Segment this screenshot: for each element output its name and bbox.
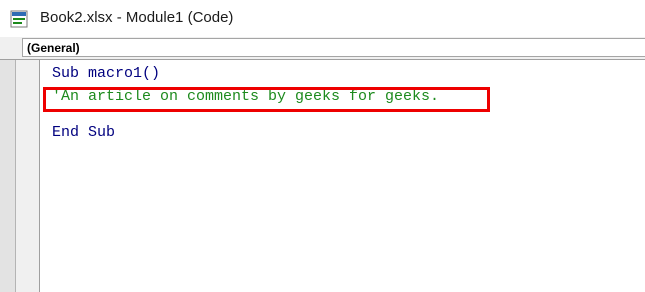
view-toggle-strip[interactable] <box>0 60 16 292</box>
object-dropdown-value: (General) <box>27 41 80 55</box>
code-line-sub[interactable]: Sub macro1() <box>52 64 160 84</box>
window-title: Book2.xlsx - Module1 (Code) <box>40 9 234 26</box>
code-editor[interactable]: Sub macro1() 'An article on comments by … <box>40 60 645 292</box>
code-line-end-sub[interactable]: End Sub <box>52 123 115 143</box>
comment-highlight-box <box>43 87 490 112</box>
object-dropdown[interactable]: (General) <box>22 38 645 57</box>
title-bar: Book2.xlsx - Module1 (Code) <box>0 0 645 38</box>
indicator-margin[interactable] <box>17 60 40 292</box>
code-window: Sub macro1() 'An article on comments by … <box>0 59 645 292</box>
excel-vba-icon <box>10 10 28 28</box>
procedure-bar: (General) <box>0 37 645 59</box>
